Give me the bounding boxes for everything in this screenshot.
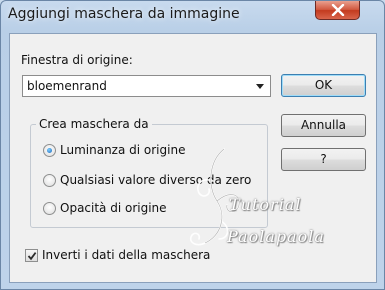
dialog-title: Aggiungi maschera da immagine	[8, 6, 240, 22]
radio-source-opacity-label[interactable]: Opacità di origine	[60, 201, 167, 215]
dialog-window: Aggiungi maschera da immagine Finestra d…	[0, 0, 385, 290]
mask-source-group-label: Crea maschera da	[36, 117, 152, 131]
cancel-button[interactable]: Annulla	[281, 114, 366, 137]
chevron-down-icon	[256, 84, 264, 89]
ok-button[interactable]: OK	[281, 74, 366, 97]
title-bar[interactable]: Aggiungi maschera da immagine	[1, 1, 384, 31]
help-button[interactable]: ?	[281, 148, 366, 171]
checkmark-icon	[27, 252, 37, 261]
radio-source-luminance-label[interactable]: Luminanza di origine	[60, 143, 185, 157]
invert-mask-checkbox[interactable]	[25, 249, 38, 262]
close-button[interactable]	[315, 1, 360, 20]
radio-any-nonzero[interactable]	[43, 174, 56, 187]
close-icon	[331, 4, 345, 16]
invert-mask-label[interactable]: Inverti i dati della maschera	[42, 248, 210, 262]
source-window-value: bloemenrand	[27, 79, 107, 93]
radio-source-luminance[interactable]	[43, 144, 56, 157]
source-window-label: Finestra di origine:	[21, 53, 133, 67]
radio-source-opacity[interactable]	[43, 202, 56, 215]
source-window-select[interactable]: bloemenrand	[22, 75, 271, 97]
radio-any-nonzero-label[interactable]: Qualsiasi valore diverso da zero	[60, 173, 251, 187]
dialog-body: Finestra di origine: bloemenrand Crea ma…	[9, 33, 377, 283]
